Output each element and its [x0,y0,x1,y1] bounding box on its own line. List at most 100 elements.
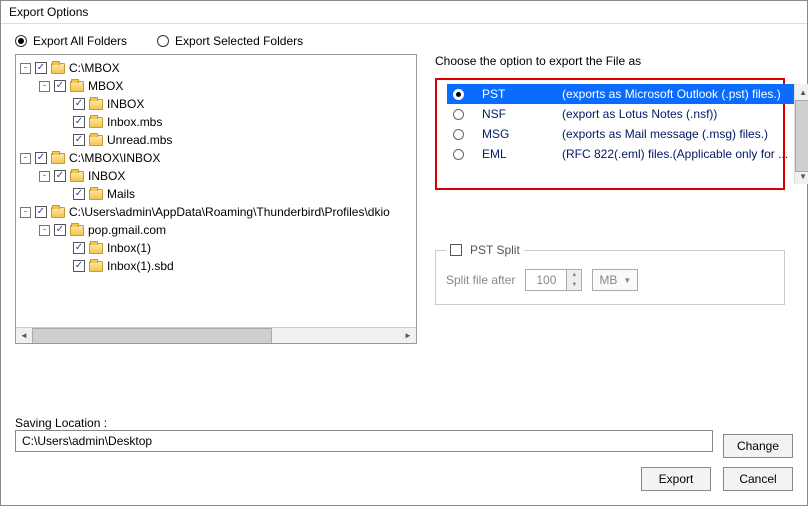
tree-item-label: Inbox(1) [107,239,151,257]
folder-icon [89,189,103,200]
scroll-right-icon[interactable]: ► [400,328,416,344]
tree-item-label: Mails [107,185,135,203]
format-option-eml[interactable]: EML (RFC 822(.eml) files.(Applicable only… [447,144,794,164]
tree-item-label: pop.gmail.com [88,221,166,239]
radio-icon [157,35,169,47]
tree-checkbox[interactable]: ✓ [73,260,85,272]
tree-item[interactable]: ✓ Inbox.mbs [16,113,416,131]
pst-split-checkbox[interactable] [450,244,462,256]
export-selected-radio[interactable]: Export Selected Folders [157,34,303,48]
folder-icon [70,225,84,236]
tree-item[interactable]: -✓ pop.gmail.com [16,221,416,239]
tree-item-label: INBOX [107,95,144,113]
export-all-label: Export All Folders [33,34,127,48]
split-size-value: 100 [526,270,566,290]
folder-icon [51,63,65,74]
format-v-scrollbar[interactable]: ▲ ▼ [794,84,808,184]
export-selected-label: Export Selected Folders [175,34,303,48]
folder-icon [89,117,103,128]
radio-icon [453,149,464,160]
format-option-nsf[interactable]: NSF (export as Lotus Notes (.nsf)) [447,104,794,124]
split-unit-select[interactable]: MB ▼ [592,269,638,291]
tree-expander-icon[interactable]: - [39,81,50,92]
format-name: MSG [468,127,558,141]
tree-item[interactable]: ✓ Inbox(1).sbd [16,257,416,275]
cancel-button[interactable]: Cancel [723,467,793,491]
format-option-pst[interactable]: PST(exports as Microsoft Outlook (.pst) … [447,84,794,104]
folder-icon [89,261,103,272]
tree-item[interactable]: -✓ INBOX [16,167,416,185]
folder-icon [70,81,84,92]
tree-expander-icon[interactable]: - [39,225,50,236]
change-button[interactable]: Change [723,434,793,458]
tree-checkbox[interactable]: ✓ [73,134,85,146]
tree-item-label: C:\Users\admin\AppData\Roaming\Thunderbi… [69,203,390,221]
split-size-spinner[interactable]: 100 ▲ ▼ [525,269,582,291]
spinner-down-icon[interactable]: ▼ [567,280,581,290]
window-title: Export Options [1,1,807,24]
tree-item-label: Inbox.mbs [107,113,162,131]
format-name: EML [468,147,558,161]
tree-checkbox[interactable]: ✓ [54,170,66,182]
split-unit-value: MB [599,273,617,287]
tree-item-label: Unread.mbs [107,131,172,149]
split-after-label: Split file after [446,273,515,287]
spinner-up-icon[interactable]: ▲ [567,270,581,280]
tree-checkbox[interactable]: ✓ [54,224,66,236]
saving-location-input[interactable] [15,430,713,452]
tree-checkbox[interactable]: ✓ [73,188,85,200]
format-desc: (RFC 822(.eml) files.(Applicable only fo… [562,147,788,161]
scroll-thumb[interactable] [32,328,272,344]
tree-item[interactable]: ✓ Unread.mbs [16,131,416,149]
tree-expander-icon[interactable]: - [20,207,31,218]
scroll-thumb[interactable] [795,100,808,172]
tree-checkbox[interactable]: ✓ [73,242,85,254]
scroll-up-icon[interactable]: ▲ [795,84,808,100]
scroll-left-icon[interactable]: ◄ [16,328,32,344]
tree-expander-icon[interactable]: - [39,171,50,182]
format-desc: (export as Lotus Notes (.nsf)) [562,107,788,121]
folder-icon [70,171,84,182]
tree-checkbox[interactable]: ✓ [35,62,47,74]
folder-tree[interactable]: -✓C:\MBOX-✓MBOX✓INBOX✓Inbox.mbs✓Unread.m… [15,54,417,344]
tree-checkbox[interactable]: ✓ [54,80,66,92]
tree-item-label: C:\MBOX [69,59,120,77]
folder-icon [51,207,65,218]
format-option-msg[interactable]: MSG (exports as Mail message (.msg) files… [447,124,794,144]
radio-icon [15,35,27,47]
tree-item-label: MBOX [88,77,123,95]
pst-split-group: PST Split Split file after 100 ▲ ▼ MB ▼ [435,250,785,305]
saving-location-label: Saving Location : [15,416,793,430]
tree-item[interactable]: -✓ C:\MBOX [16,59,416,77]
tree-h-scrollbar[interactable]: ◄ ► [16,327,416,343]
tree-item-label: C:\MBOX\INBOX [69,149,160,167]
export-button[interactable]: Export [641,467,711,491]
tree-checkbox[interactable]: ✓ [73,98,85,110]
export-all-radio[interactable]: Export All Folders [15,34,127,48]
tree-checkbox[interactable]: ✓ [73,116,85,128]
chevron-down-icon: ▼ [623,276,631,285]
tree-checkbox[interactable]: ✓ [35,152,47,164]
format-name: NSF [468,107,558,121]
tree-item[interactable]: -✓ MBOX [16,77,416,95]
tree-expander-icon[interactable]: - [20,153,31,164]
tree-item-label: INBOX [88,167,125,185]
tree-item[interactable]: ✓ Mails [16,185,416,203]
tree-checkbox[interactable]: ✓ [35,206,47,218]
tree-item-label: Inbox(1).sbd [107,257,174,275]
format-name: PST [468,87,558,101]
folder-icon [89,135,103,146]
pst-split-title: PST Split [470,243,520,257]
tree-expander-icon[interactable]: - [20,63,31,74]
tree-item[interactable]: -✓ C:\Users\admin\AppData\Roaming\Thunder… [16,203,416,221]
tree-item[interactable]: ✓ Inbox(1) [16,239,416,257]
radio-icon [453,109,464,120]
tree-item[interactable]: -✓ C:\MBOX\INBOX [16,149,416,167]
radio-icon [453,89,464,100]
radio-icon [453,129,464,140]
format-desc: (exports as Mail message (.msg) files.) [562,127,788,141]
folder-icon [89,243,103,254]
format-list: PST(exports as Microsoft Outlook (.pst) … [435,78,785,190]
tree-item[interactable]: ✓ INBOX [16,95,416,113]
scroll-down-icon[interactable]: ▼ [795,168,808,184]
